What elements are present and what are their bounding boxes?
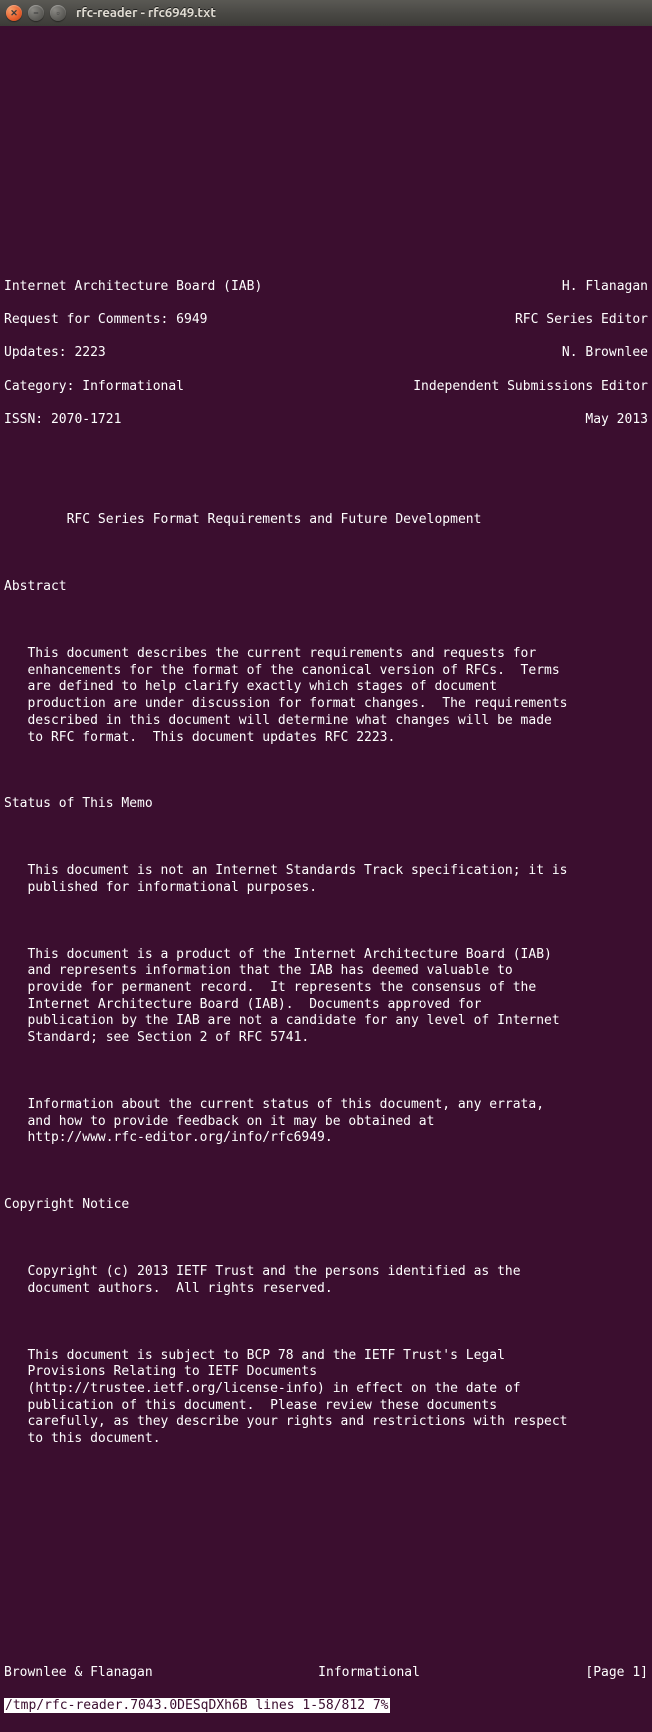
pager-status-text: /tmp/rfc-reader.7043.0DESqDXh6B lines 1-… [4,1698,390,1713]
blank-line [4,546,648,563]
blank-line [4,1598,648,1615]
page-footer: Brownlee & Flanagan Informational [Page … [4,1665,648,1682]
header-right: RFC Series Editor [515,312,648,329]
footer-category: Informational [153,1665,586,1682]
header-left: ISSN: 2070-1721 [4,412,121,429]
footer-page: [Page 1] [585,1665,648,1682]
blank-line [4,763,648,780]
blank-line [4,1231,648,1248]
blank-line [4,1064,648,1081]
minimize-icon[interactable]: – [28,5,44,21]
footer-authors: Brownlee & Flanagan [4,1665,153,1682]
header-right: H. Flanagan [562,279,648,296]
blank-line [4,1565,648,1582]
maximize-icon[interactable]: ▫ [50,5,66,21]
close-icon[interactable]: ✕ [6,5,22,21]
blank-line [4,1314,648,1331]
rfc-header-line: Internet Architecture Board (IAB) H. Fla… [4,279,648,296]
rfc-header-line: Category: Informational Independent Subm… [4,379,648,396]
header-right: May 2013 [585,412,648,429]
document-title: RFC Series Format Requirements and Futur… [4,512,648,529]
header-right: N. Brownlee [562,345,648,362]
blank-line [4,1464,648,1481]
abstract-paragraph: This document describes the current requ… [4,646,648,746]
window-title: rfc-reader - rfc6949.txt [76,6,216,20]
blank-line [4,1632,648,1649]
pager-status-line: /tmp/rfc-reader.7043.0DESqDXh6B lines 1-… [4,1698,648,1715]
header-left: Updates: 2223 [4,345,106,362]
rfc-header-line: Request for Comments: 6949 RFC Series Ed… [4,312,648,329]
blank-line [4,1498,648,1515]
window-titlebar[interactable]: ✕ – ▫ rfc-reader - rfc6949.txt [0,0,652,26]
blank-line [4,245,648,262]
copyright-paragraph: This document is subject to BCP 78 and t… [4,1348,648,1448]
blank-line [4,78,648,95]
header-left: Internet Architecture Board (IAB) [4,279,262,296]
section-heading-status: Status of This Memo [4,796,648,813]
blank-line [4,913,648,930]
blank-line [4,446,648,463]
window-controls: ✕ – ▫ [6,5,66,21]
status-paragraph: This document is a product of the Intern… [4,947,648,1047]
blank-line [4,479,648,496]
status-paragraph: Information about the current status of … [4,1097,648,1147]
blank-line [4,45,648,62]
blank-line [4,830,648,847]
header-left: Category: Informational [4,379,184,396]
status-paragraph: This document is not an Internet Standar… [4,863,648,896]
rfc-header-line: ISSN: 2070-1721 May 2013 [4,412,648,429]
blank-line [4,613,648,630]
terminal-viewport[interactable]: Internet Architecture Board (IAB) H. Fla… [0,26,652,1732]
rfc-header-line: Updates: 2223 N. Brownlee [4,345,648,362]
blank-line [4,1164,648,1181]
blank-line [4,212,648,229]
header-right: Independent Submissions Editor [413,379,648,396]
header-left: Request for Comments: 6949 [4,312,208,329]
section-heading-abstract: Abstract [4,579,648,596]
blank-line [4,1531,648,1548]
blank-line [4,112,648,129]
blank-line [4,145,648,162]
blank-line [4,178,648,195]
section-heading-copyright: Copyright Notice [4,1197,648,1214]
copyright-paragraph: Copyright (c) 2013 IETF Trust and the pe… [4,1264,648,1297]
